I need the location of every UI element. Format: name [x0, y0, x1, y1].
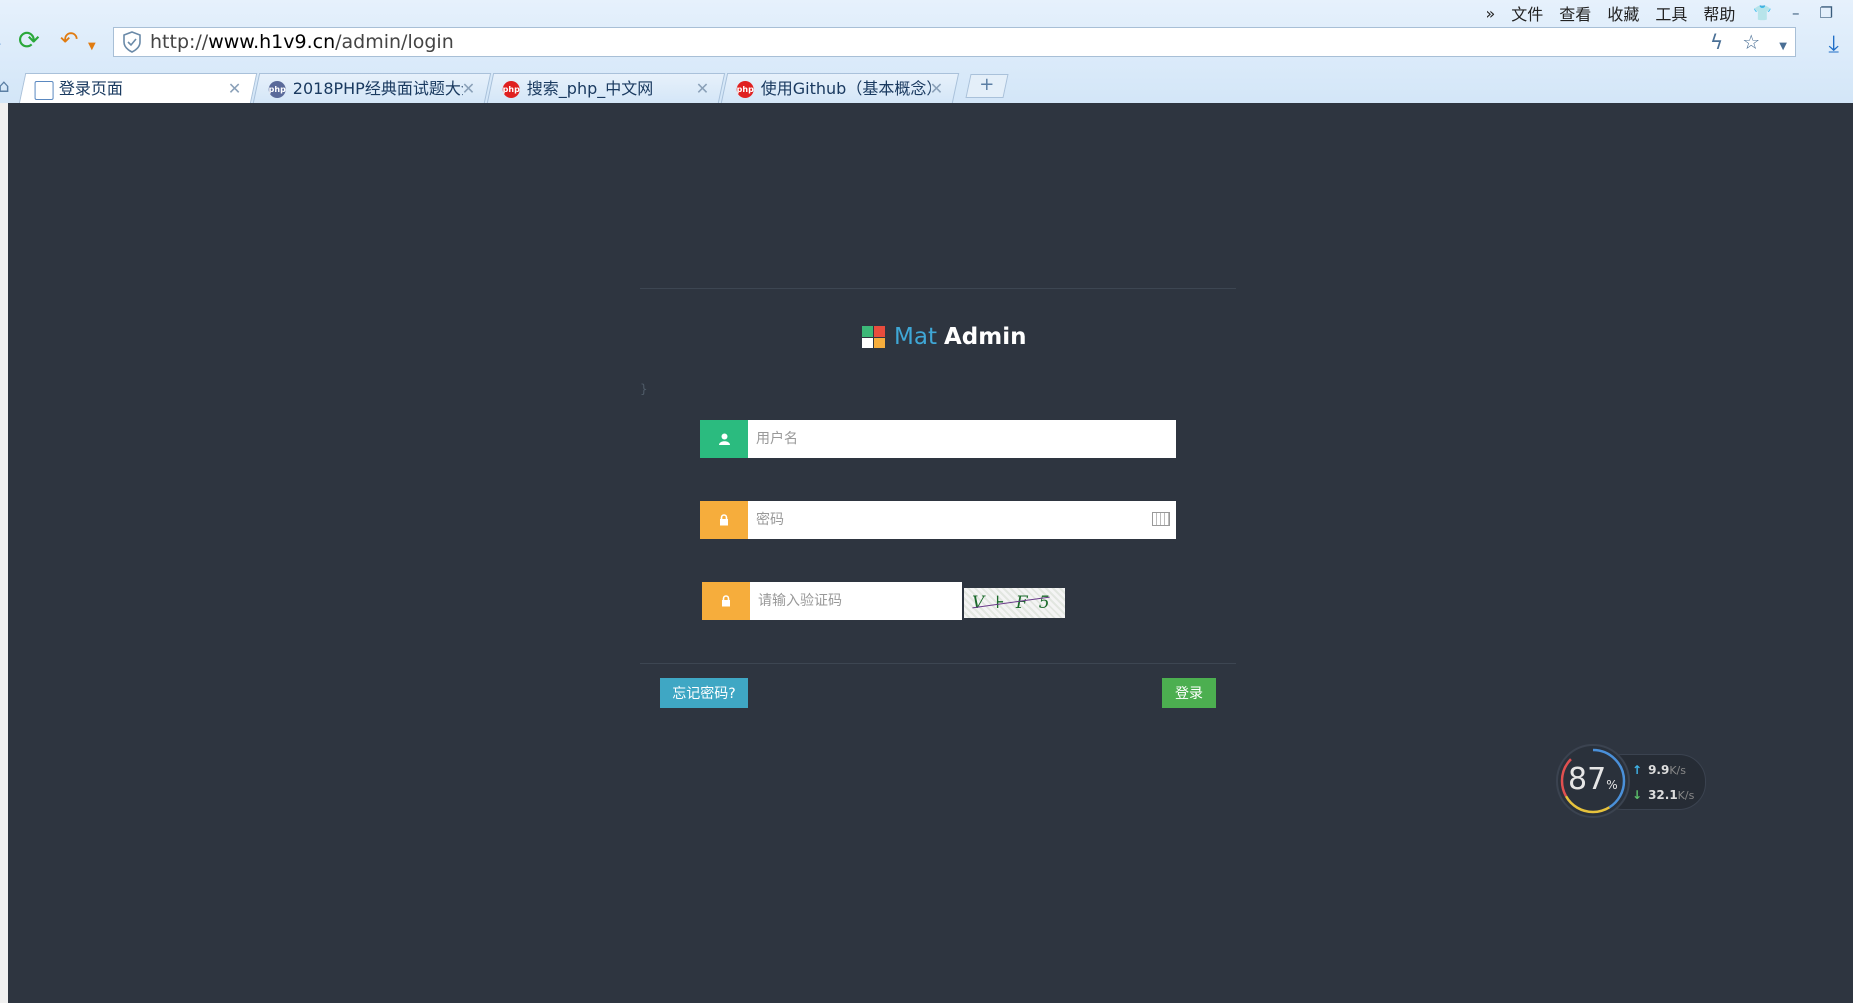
user-icon	[700, 420, 748, 458]
tab-label: 搜索_php_中文网	[526, 79, 654, 98]
chevron-down-icon[interactable]: ▼	[1779, 41, 1787, 52]
stray-text: }	[640, 382, 648, 396]
menu-file[interactable]: 文件	[1511, 1, 1543, 25]
undo-icon[interactable]: ↶	[60, 28, 78, 54]
username-input[interactable]	[748, 420, 1176, 458]
new-tab-button[interactable]: +	[965, 74, 1009, 98]
php-cn-icon: php	[736, 81, 754, 98]
address-bar[interactable]: http://www.h1v9.cn/admin/login ϟ ☆ ▼	[113, 27, 1796, 57]
close-icon[interactable]: ✕	[461, 74, 474, 103]
lightning-icon[interactable]: ϟ	[1710, 30, 1723, 54]
tab-label: 登录页面	[58, 79, 123, 98]
forgot-password-button[interactable]: 忘记密码?	[660, 678, 748, 708]
menu-favorites[interactable]: 收藏	[1607, 1, 1639, 25]
captcha-image[interactable]: V⊦F5	[964, 588, 1065, 618]
tab-strip: 登录页面 ✕ php 2018PHP经典面试题大全 ✕ php 搜索_php_中…	[0, 71, 1853, 104]
tab-label: 使用Github（基本概念）	[760, 79, 931, 98]
username-field	[700, 420, 1176, 458]
page-icon	[34, 81, 54, 100]
more-icon[interactable]: »	[1485, 4, 1495, 23]
tab-php-interview[interactable]: php 2018PHP经典面试题大全 ✕	[252, 73, 492, 103]
download-speed: ↓ 32.1K/s	[1632, 788, 1695, 802]
keyboard-icon[interactable]	[1152, 512, 1170, 526]
captcha-input[interactable]	[750, 582, 962, 620]
refresh-icon[interactable]: ⟳	[18, 28, 40, 54]
password-field	[700, 501, 1176, 539]
tab-search-php[interactable]: php 搜索_php_中文网 ✕	[486, 73, 726, 103]
shield-icon	[123, 31, 141, 53]
address-actions: ϟ ☆ ▼	[1710, 30, 1787, 54]
divider	[640, 663, 1236, 664]
chevron-down-icon[interactable]: ▼	[88, 34, 96, 60]
login-button[interactable]: 登录	[1162, 678, 1216, 708]
menu-view[interactable]: 查看	[1559, 1, 1591, 25]
arrow-up-icon: ↑	[1632, 763, 1643, 777]
tab-label: 2018PHP经典面试题大全	[292, 79, 463, 98]
browser-chrome: » 文件 查看 收藏 工具 帮助 👕 – ❐ - ⟳ ↶ ▼ http://ww…	[0, 0, 1853, 104]
network-speed-widget[interactable]: 87% ↑ 9.9K/s ↓ 32.1K/s	[1556, 744, 1706, 818]
cpu-percent: 87%	[1568, 762, 1618, 797]
tab-login[interactable]: 登录页面 ✕	[18, 73, 258, 104]
menu-help[interactable]: 帮助	[1703, 1, 1735, 25]
logo-icon	[862, 326, 885, 348]
lock-icon	[702, 582, 750, 620]
back-icon[interactable]: -	[0, 30, 1, 56]
star-icon[interactable]: ☆	[1742, 30, 1760, 54]
brand-logo: Mat Admin	[862, 322, 1026, 352]
skin-icon[interactable]: 👕	[1753, 4, 1772, 22]
lock-icon	[700, 501, 748, 539]
upload-speed: ↑ 9.9K/s	[1632, 763, 1686, 777]
brand-admin: Admin	[943, 324, 1027, 350]
captcha-field	[702, 582, 962, 620]
brand-mat: Mat	[894, 324, 937, 350]
restore-icon[interactable]: ❐	[1820, 4, 1833, 22]
password-input[interactable]	[748, 501, 1176, 539]
close-icon[interactable]: ✕	[695, 74, 708, 103]
menu-tools[interactable]: 工具	[1655, 1, 1687, 25]
close-icon[interactable]: ✕	[227, 74, 240, 104]
minimize-icon[interactable]: –	[1792, 4, 1800, 22]
php-cn-icon: php	[502, 81, 520, 98]
page-left-edge	[0, 103, 8, 1003]
php-icon: php	[268, 81, 286, 98]
tab-github[interactable]: php 使用Github（基本概念） ✕	[720, 73, 960, 103]
menu-bar: » 文件 查看 收藏 工具 帮助 👕 – ❐	[1477, 1, 1843, 25]
download-icon[interactable]: ⤓	[1828, 30, 1839, 58]
login-page	[8, 103, 1853, 1003]
url-text: http://www.h1v9.cn/admin/login	[150, 31, 454, 53]
divider	[640, 288, 1236, 289]
arrow-down-icon: ↓	[1632, 788, 1643, 802]
close-icon[interactable]: ✕	[929, 74, 942, 103]
